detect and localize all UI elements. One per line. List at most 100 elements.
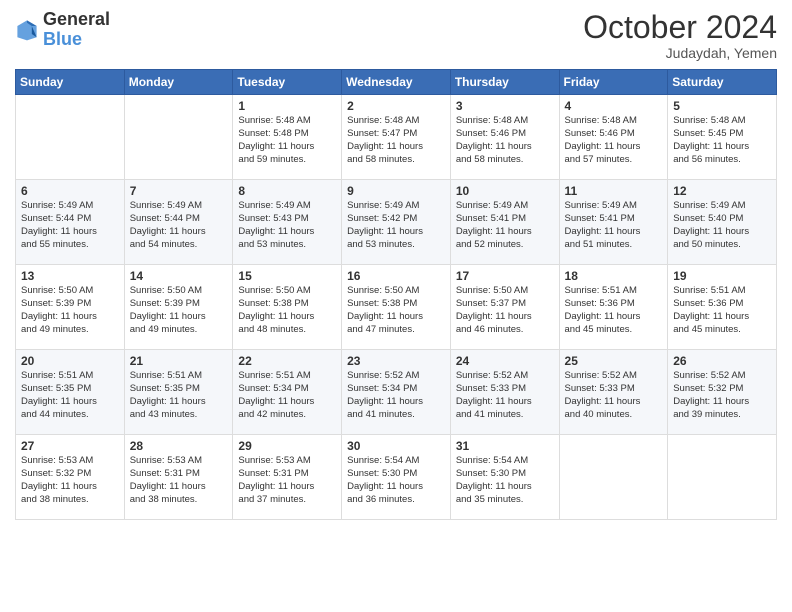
day-info: Sunrise: 5:52 AM Sunset: 5:34 PM Dayligh… xyxy=(347,370,445,421)
day-info: Sunrise: 5:50 AM Sunset: 5:39 PM Dayligh… xyxy=(21,285,119,336)
logo-line2: Blue xyxy=(43,30,110,50)
week-row-0: 1Sunrise: 5:48 AM Sunset: 5:48 PM Daylig… xyxy=(16,95,777,180)
day-number: 27 xyxy=(21,439,119,453)
day-cell: 23 Sunrise: 5:52 AM Sunset: 5:34 PM Dayli… xyxy=(342,350,451,435)
day-cell: 30 Sunrise: 5:54 AM Sunset: 5:30 PM Dayli… xyxy=(342,435,451,520)
day-cell: 8 Sunrise: 5:49 AM Sunset: 5:43 PM Daylig… xyxy=(233,180,342,265)
day-number: 26 xyxy=(673,354,771,368)
day-number: 12 xyxy=(673,184,771,198)
day-info: Sunrise: 5:49 AM Sunset: 5:41 PM Dayligh… xyxy=(456,200,554,251)
day-number: 22 xyxy=(238,354,336,368)
day-cell xyxy=(668,435,777,520)
day-cell: 21 Sunrise: 5:51 AM Sunset: 5:35 PM Dayli… xyxy=(124,350,233,435)
logo-icon xyxy=(15,18,39,42)
week-row-4: 27Sunrise: 5:53 AM Sunset: 5:32 PM Dayli… xyxy=(16,435,777,520)
day-cell: 14 Sunrise: 5:50 AM Sunset: 5:39 PM Dayli… xyxy=(124,265,233,350)
day-cell xyxy=(559,435,668,520)
th-friday: Friday xyxy=(559,70,668,95)
th-saturday: Saturday xyxy=(668,70,777,95)
logo: General Blue xyxy=(15,10,110,50)
day-number: 20 xyxy=(21,354,119,368)
day-number: 28 xyxy=(130,439,228,453)
day-info: Sunrise: 5:54 AM Sunset: 5:30 PM Dayligh… xyxy=(347,455,445,506)
day-cell: 25Sunrise: 5:52 AM Sunset: 5:33 PM Dayli… xyxy=(559,350,668,435)
day-info: Sunrise: 5:51 AM Sunset: 5:34 PM Dayligh… xyxy=(238,370,336,421)
day-number: 15 xyxy=(238,269,336,283)
day-cell xyxy=(16,95,125,180)
day-info: Sunrise: 5:49 AM Sunset: 5:44 PM Dayligh… xyxy=(130,200,228,251)
day-info: Sunrise: 5:51 AM Sunset: 5:36 PM Dayligh… xyxy=(673,285,771,336)
day-cell: 10 Sunrise: 5:49 AM Sunset: 5:41 PM Dayli… xyxy=(450,180,559,265)
day-info: Sunrise: 5:52 AM Sunset: 5:33 PM Dayligh… xyxy=(456,370,554,421)
day-info: Sunrise: 5:51 AM Sunset: 5:36 PM Dayligh… xyxy=(565,285,663,336)
day-info: Sunrise: 5:49 AM Sunset: 5:43 PM Dayligh… xyxy=(238,200,336,251)
th-thursday: Thursday xyxy=(450,70,559,95)
week-row-3: 20 Sunrise: 5:51 AM Sunset: 5:35 PM Dayli… xyxy=(16,350,777,435)
day-info: Sunrise: 5:49 AM Sunset: 5:41 PM Dayligh… xyxy=(565,200,663,251)
day-info: Sunrise: 5:53 AM Sunset: 5:31 PM Dayligh… xyxy=(130,455,228,506)
header: General Blue October 2024 Judaydah, Yeme… xyxy=(15,10,777,61)
day-info: Sunrise: 5:50 AM Sunset: 5:38 PM Dayligh… xyxy=(347,285,445,336)
calendar-body: 1Sunrise: 5:48 AM Sunset: 5:48 PM Daylig… xyxy=(16,95,777,520)
day-cell: 24 Sunrise: 5:52 AM Sunset: 5:33 PM Dayli… xyxy=(450,350,559,435)
day-info: Sunrise: 5:50 AM Sunset: 5:37 PM Dayligh… xyxy=(456,285,554,336)
day-number: 6 xyxy=(21,184,119,198)
day-cell: 26Sunrise: 5:52 AM Sunset: 5:32 PM Dayli… xyxy=(668,350,777,435)
day-info: Sunrise: 5:48 AM Sunset: 5:45 PM Dayligh… xyxy=(673,115,771,166)
title-section: October 2024 Judaydah, Yemen xyxy=(583,10,777,61)
logo-text: General Blue xyxy=(43,10,110,50)
day-number: 24 xyxy=(456,354,554,368)
day-number: 17 xyxy=(456,269,554,283)
day-number: 8 xyxy=(238,184,336,198)
day-cell: 20Sunrise: 5:51 AM Sunset: 5:35 PM Dayli… xyxy=(16,350,125,435)
day-info: Sunrise: 5:49 AM Sunset: 5:42 PM Dayligh… xyxy=(347,200,445,251)
week-row-1: 6 Sunrise: 5:49 AM Sunset: 5:44 PM Daylig… xyxy=(16,180,777,265)
day-number: 18 xyxy=(565,269,663,283)
day-number: 2 xyxy=(347,99,445,113)
day-cell: 3Sunrise: 5:48 AM Sunset: 5:46 PM Daylig… xyxy=(450,95,559,180)
day-cell: 4Sunrise: 5:48 AM Sunset: 5:46 PM Daylig… xyxy=(559,95,668,180)
day-cell: 19 Sunrise: 5:51 AM Sunset: 5:36 PM Dayli… xyxy=(668,265,777,350)
day-cell: 5Sunrise: 5:48 AM Sunset: 5:45 PM Daylig… xyxy=(668,95,777,180)
day-info: Sunrise: 5:53 AM Sunset: 5:31 PM Dayligh… xyxy=(238,455,336,506)
day-cell: 31 Sunrise: 5:54 AM Sunset: 5:30 PM Dayli… xyxy=(450,435,559,520)
day-info: Sunrise: 5:49 AM Sunset: 5:40 PM Dayligh… xyxy=(673,200,771,251)
day-number: 23 xyxy=(347,354,445,368)
day-info: Sunrise: 5:48 AM Sunset: 5:47 PM Dayligh… xyxy=(347,115,445,166)
day-number: 19 xyxy=(673,269,771,283)
calendar-header: Sunday Monday Tuesday Wednesday Thursday… xyxy=(16,70,777,95)
day-number: 31 xyxy=(456,439,554,453)
day-cell: 11Sunrise: 5:49 AM Sunset: 5:41 PM Dayli… xyxy=(559,180,668,265)
day-cell: 22 Sunrise: 5:51 AM Sunset: 5:34 PM Dayli… xyxy=(233,350,342,435)
day-number: 7 xyxy=(130,184,228,198)
day-info: Sunrise: 5:50 AM Sunset: 5:39 PM Dayligh… xyxy=(130,285,228,336)
day-cell: 15Sunrise: 5:50 AM Sunset: 5:38 PM Dayli… xyxy=(233,265,342,350)
day-cell: 16 Sunrise: 5:50 AM Sunset: 5:38 PM Dayli… xyxy=(342,265,451,350)
day-cell: 2 Sunrise: 5:48 AM Sunset: 5:47 PM Daylig… xyxy=(342,95,451,180)
day-cell: 6 Sunrise: 5:49 AM Sunset: 5:44 PM Daylig… xyxy=(16,180,125,265)
day-number: 21 xyxy=(130,354,228,368)
day-number: 29 xyxy=(238,439,336,453)
th-wednesday: Wednesday xyxy=(342,70,451,95)
logo-line1: General xyxy=(43,10,110,30)
day-info: Sunrise: 5:51 AM Sunset: 5:35 PM Dayligh… xyxy=(130,370,228,421)
day-cell xyxy=(124,95,233,180)
weekday-row: Sunday Monday Tuesday Wednesday Thursday… xyxy=(16,70,777,95)
day-cell: 7 Sunrise: 5:49 AM Sunset: 5:44 PM Daylig… xyxy=(124,180,233,265)
day-number: 10 xyxy=(456,184,554,198)
day-cell: 9 Sunrise: 5:49 AM Sunset: 5:42 PM Daylig… xyxy=(342,180,451,265)
day-info: Sunrise: 5:52 AM Sunset: 5:33 PM Dayligh… xyxy=(565,370,663,421)
day-number: 30 xyxy=(347,439,445,453)
day-cell: 27Sunrise: 5:53 AM Sunset: 5:32 PM Dayli… xyxy=(16,435,125,520)
day-number: 9 xyxy=(347,184,445,198)
day-cell: 1Sunrise: 5:48 AM Sunset: 5:48 PM Daylig… xyxy=(233,95,342,180)
day-number: 16 xyxy=(347,269,445,283)
day-number: 3 xyxy=(456,99,554,113)
day-number: 14 xyxy=(130,269,228,283)
day-cell: 12 Sunrise: 5:49 AM Sunset: 5:40 PM Dayli… xyxy=(668,180,777,265)
day-number: 13 xyxy=(21,269,119,283)
day-info: Sunrise: 5:54 AM Sunset: 5:30 PM Dayligh… xyxy=(456,455,554,506)
day-info: Sunrise: 5:49 AM Sunset: 5:44 PM Dayligh… xyxy=(21,200,119,251)
th-monday: Monday xyxy=(124,70,233,95)
day-info: Sunrise: 5:48 AM Sunset: 5:48 PM Dayligh… xyxy=(238,115,336,166)
